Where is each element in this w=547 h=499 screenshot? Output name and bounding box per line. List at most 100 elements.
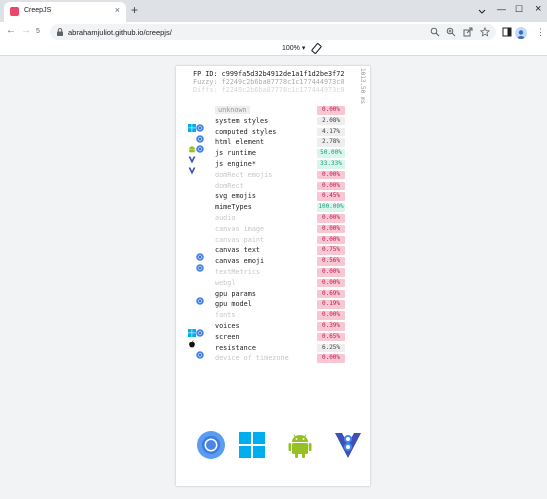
share-icon[interactable] [463,27,473,37]
fingerprint-row[interactable]: svg emojis 0.45% [187,191,357,202]
row-icons [187,311,207,320]
search-icon[interactable] [430,27,440,37]
fingerprint-row[interactable]: mimeTypes 100.00% [187,202,357,213]
row-icons [187,225,207,234]
fingerprint-row[interactable]: screen 0.65% [187,332,357,348]
side-panel-icon[interactable] [502,27,512,37]
fingerprint-row[interactable]: gpu model 0.19% [187,299,357,310]
row-label[interactable]: gpu params [215,290,256,298]
row-label[interactable]: audio [215,214,235,222]
fingerprint-row[interactable]: unknown 0.00% [187,105,357,116]
creepjs-page: FP ID: c999fa5d32b4912de1a1f1d2be3f72 Fu… [176,66,370,486]
row-label[interactable]: domRect [215,182,244,190]
fingerprint-row[interactable]: js engine* 33.33% [187,159,357,175]
lock-icon[interactable] [55,27,65,37]
row-label[interactable]: unknown [215,106,250,114]
fingerprint-row[interactable]: fonts 0.00% [187,310,357,321]
device-toolbar: 100% ▾ [0,42,547,56]
row-value-badge: 0.00% [317,235,345,245]
new-tab-button[interactable]: + [131,3,138,17]
row-label[interactable]: js engine* [215,160,256,168]
fingerprint-row[interactable]: webgl 0.00% [187,278,357,289]
fingerprint-row[interactable]: js runtime 50.00% [187,148,357,164]
row-label[interactable]: device of timezone [215,354,289,362]
tab-strip: CreepJS × + — ☐ × [0,0,547,22]
row-value-badge: 6.25% [317,343,345,353]
fingerprint-row[interactable]: computed styles 4.17% [187,127,357,143]
bookmark-star-icon[interactable] [480,27,490,37]
fingerprint-row[interactable]: canvas paint 0.00% [187,235,357,246]
row-label[interactable]: webgl [215,279,235,287]
fingerprint-row[interactable]: canvas text 0.75% [187,245,357,262]
row-label[interactable]: canvas text [215,246,260,254]
row-value-badge: 0.00% [317,278,345,288]
fingerprint-row[interactable]: device of timezone 0.00% [187,353,357,364]
v8-icon [188,160,196,175]
tab-close-icon[interactable]: × [115,5,120,15]
v8-logo-icon [333,430,363,460]
profile-avatar[interactable] [515,27,527,39]
row-value-badge: 0.69% [317,289,345,299]
back-button[interactable]: ← [6,25,16,37]
row-value-badge: 50.00% [317,149,345,158]
reload-button[interactable]: 5 [36,25,40,38]
zoom-icon[interactable] [446,27,456,37]
row-icons [187,171,207,180]
row-icons [187,138,207,154]
row-label[interactable]: resistance [215,344,256,352]
url-text[interactable]: abrahamjuliot.github.io/creepjs/ [68,28,172,37]
row-label[interactable]: canvas emoji [215,257,264,265]
row-label[interactable]: canvas paint [215,236,264,244]
row-label[interactable]: computed styles [215,128,276,136]
row-label[interactable]: mimeTypes [215,203,252,211]
fingerprint-row[interactable]: resistance 6.25% [187,343,357,359]
browser-toolbar: ← → 5 abrahamjuliot.github.io/creepjs/ ⋮ [0,22,547,42]
fingerprint-row[interactable]: textMetrics 0.00% [187,267,357,278]
apple-icon [188,333,196,348]
row-value-badge: 33.33% [317,159,345,169]
row-icons [187,182,207,191]
row-label[interactable]: screen [215,333,240,341]
platform-logos [193,430,361,464]
browser-menu-button[interactable]: ⋮ [536,26,545,38]
row-label[interactable]: html element [215,138,264,146]
fuzzy-hash: Fuzzy: f2249c2b6ba87778c1c177444973c0 [193,78,345,86]
fingerprint-row[interactable]: voices 0.39% [187,321,357,337]
row-value-badge: 0.39% [317,321,345,331]
tab-creepjs[interactable]: CreepJS × [4,2,126,22]
chevron-down-icon[interactable] [478,8,486,16]
maximize-button[interactable]: ☐ [515,4,523,14]
fingerprint-row[interactable]: system styles 2.08% [187,116,357,132]
chromium-icon [196,117,204,132]
close-window-button[interactable]: × [535,4,541,15]
fingerprint-row[interactable]: domRect 0.00% [187,181,357,192]
row-label[interactable]: gpu model [215,300,252,308]
row-label[interactable]: svg emojis [215,192,256,200]
creepjs-favicon-icon [10,7,19,16]
row-label[interactable]: voices [215,322,240,330]
row-label[interactable]: textMetrics [215,268,260,276]
chromium-icon [196,246,204,262]
row-icons [187,236,207,245]
fingerprint-row[interactable]: audio 0.00% [187,213,357,224]
minimize-button[interactable]: — [497,4,506,14]
row-value-badge: 4.17% [317,127,345,137]
row-label[interactable]: fonts [215,311,235,319]
forward-button[interactable]: → [21,25,31,37]
fingerprint-row[interactable]: gpu params 0.69% [187,289,357,305]
zoom-dropdown[interactable]: 100% ▾ [282,44,305,52]
row-label[interactable]: system styles [215,117,268,125]
row-value-badge: 0.00% [317,213,345,223]
v8-icon [188,149,196,164]
fingerprint-row[interactable]: domRect emojis 0.00% [187,170,357,181]
rotate-icon[interactable] [311,43,322,54]
row-icons [187,192,207,201]
row-label[interactable]: canvas image [215,225,264,233]
fingerprint-row[interactable]: canvas image 0.00% [187,224,357,235]
fingerprint-row[interactable]: canvas emoji 0.56% [187,256,357,272]
row-label[interactable]: domRect emojis [215,171,272,179]
fingerprint-row[interactable]: html element 2.78% [187,137,357,154]
address-bar[interactable]: abrahamjuliot.github.io/creepjs/ [50,24,496,40]
row-label[interactable]: js runtime [215,149,256,157]
row-value-badge: 0.00% [317,354,345,363]
